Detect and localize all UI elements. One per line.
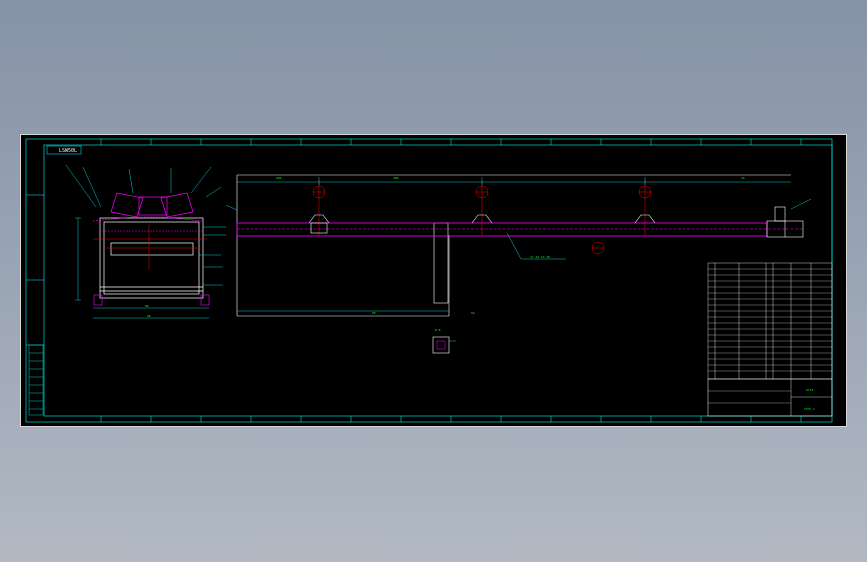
cad-drawing: LSW50L 88 88 500 400 10 17 18 19 20 88 6…: [25, 138, 833, 423]
end-dim: 10: [741, 176, 745, 180]
border-frame: [25, 138, 833, 423]
title-number: TD75-1: [804, 407, 815, 411]
detail-label: B-B: [435, 328, 441, 332]
cad-viewport[interactable]: LSW50L 88 88 500 400 10 17 18 19 20 88 6…: [20, 134, 847, 427]
drawing-code: LSW50L: [59, 148, 77, 154]
border-zone-ticks: [26, 139, 802, 422]
side-elevation-view: 500 400 10 17 18 19 20 88 66: [225, 174, 812, 317]
title-name: DTII: [806, 388, 813, 392]
section-label-note: 17 18 19 20: [530, 255, 550, 259]
parts-list: [707, 262, 833, 380]
frame-dim-inner: 88: [147, 314, 151, 318]
parts-list-rows: [708, 268, 832, 372]
leg-dim-left: 88: [372, 311, 376, 315]
detail-view: B-B: [432, 328, 456, 354]
total-length-dim: 500: [276, 176, 282, 180]
frame-dim-bottom: 88: [145, 304, 149, 308]
title-block: DTII TD75-1: [707, 378, 833, 417]
code-box: LSW50L: [46, 145, 82, 155]
cross-section-view: 88 88: [65, 164, 226, 319]
leg-dim-right: 66: [471, 311, 475, 315]
segment-dim: 400: [393, 176, 399, 180]
revision-strip: [28, 344, 44, 416]
